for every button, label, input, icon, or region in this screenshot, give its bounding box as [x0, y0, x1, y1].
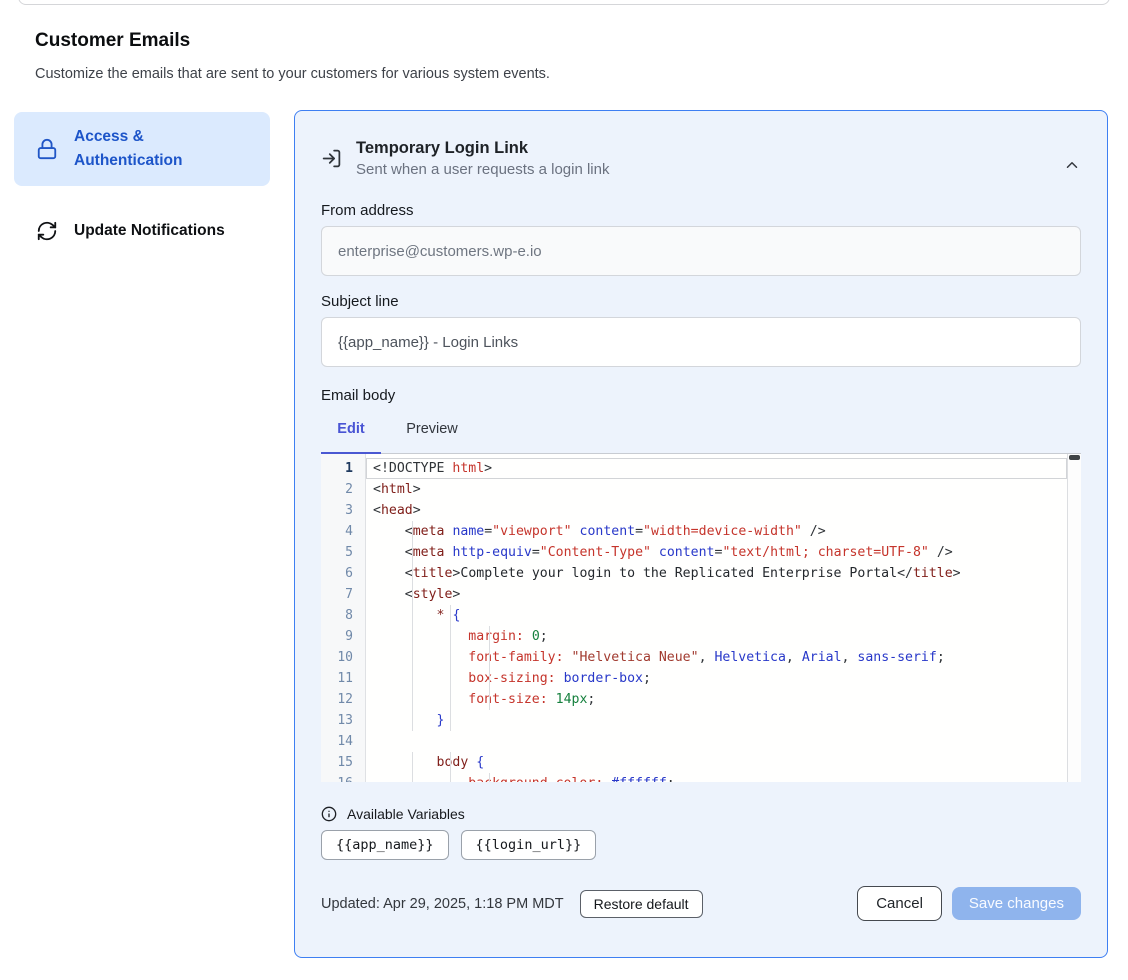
line-number: 10	[321, 647, 365, 668]
code-editor[interactable]: 12345678910111213141516 <!DOCTYPE html><…	[321, 454, 1081, 782]
subject-line-label: Subject line	[321, 293, 1081, 310]
code-line[interactable]: font-family: "Helvetica Neue", Helvetica…	[366, 647, 1067, 668]
code-line[interactable]: <html>	[366, 479, 1067, 500]
from-address-input[interactable]	[321, 226, 1081, 276]
panel-header: Temporary Login Link Sent when a user re…	[321, 139, 1081, 178]
editor-code: <!DOCTYPE html><html><head> <meta name="…	[366, 454, 1067, 782]
updated-timestamp: Updated: Apr 29, 2025, 1:18 PM MDT	[321, 896, 564, 912]
editor-scrollbar	[1067, 454, 1081, 782]
line-number: 1	[321, 458, 365, 479]
line-number: 2	[321, 479, 365, 500]
editor-gutter: 12345678910111213141516	[321, 454, 366, 782]
line-number: 8	[321, 605, 365, 626]
line-number: 4	[321, 521, 365, 542]
line-number: 5	[321, 542, 365, 563]
panel-footer: Updated: Apr 29, 2025, 1:18 PM MDT Resto…	[321, 886, 1081, 921]
email-body-label: Email body	[321, 387, 1081, 404]
code-line[interactable]: box-sizing: border-box;	[366, 668, 1067, 689]
code-line[interactable]: background-color: #ffffff;	[366, 773, 1067, 782]
code-line[interactable]: font-size: 14px;	[366, 689, 1067, 710]
available-variables-header: Available Variables	[321, 806, 1081, 822]
variable-chip-app-name[interactable]: {{app_name}}	[321, 830, 449, 860]
variable-chips: {{app_name}} {{login_url}}	[321, 830, 1081, 860]
code-line[interactable]: * {	[366, 605, 1067, 626]
code-line[interactable]	[366, 731, 1067, 752]
line-number: 3	[321, 500, 365, 521]
code-line[interactable]: <meta http-equiv="Content-Type" content=…	[366, 542, 1067, 563]
lock-icon	[36, 138, 58, 160]
collapse-section-button[interactable]	[1063, 147, 1081, 177]
panel-title: Temporary Login Link	[356, 139, 1063, 158]
line-number: 14	[321, 731, 365, 752]
chevron-up-icon	[1063, 156, 1081, 174]
tab-preview[interactable]: Preview	[405, 416, 459, 453]
tab-edit[interactable]: Edit	[321, 416, 381, 453]
code-line[interactable]: <!DOCTYPE html>	[366, 458, 1067, 479]
restore-default-button[interactable]: Restore default	[580, 890, 703, 918]
code-line[interactable]: <meta name="viewport" content="width=dev…	[366, 521, 1067, 542]
code-line[interactable]: <title>Complete your login to the Replic…	[366, 563, 1067, 584]
sidebar-item-label: Update Notifications	[74, 219, 225, 243]
temporary-login-link-panel: Temporary Login Link Sent when a user re…	[294, 110, 1108, 958]
customer-emails-page: Customer Emails Customize the emails tha…	[0, 0, 1128, 980]
line-number: 7	[321, 584, 365, 605]
code-line[interactable]: <style>	[366, 584, 1067, 605]
line-number: 13	[321, 710, 365, 731]
refresh-icon	[36, 220, 58, 242]
code-line[interactable]: }	[366, 710, 1067, 731]
code-line[interactable]: <head>	[366, 500, 1067, 521]
panel-titles: Temporary Login Link Sent when a user re…	[356, 139, 1063, 178]
sidebar-item-access-authentication[interactable]: Access & Authentication	[14, 112, 270, 186]
subject-line-input[interactable]	[321, 317, 1081, 367]
email-types-sidebar: Access & Authentication Update Notificat…	[14, 112, 270, 256]
code-line[interactable]: margin: 0;	[366, 626, 1067, 647]
email-body-tabs: Edit Preview	[321, 416, 1081, 454]
sidebar-item-label: Access & Authentication	[74, 125, 226, 173]
previous-card-edge	[18, 0, 1110, 5]
sidebar-item-update-notifications[interactable]: Update Notifications	[14, 206, 270, 256]
line-number: 12	[321, 689, 365, 710]
line-number: 11	[321, 668, 365, 689]
save-changes-button[interactable]: Save changes	[952, 887, 1081, 920]
line-number: 6	[321, 563, 365, 584]
log-in-icon	[321, 148, 342, 169]
line-number: 16	[321, 773, 365, 782]
available-variables-label: Available Variables	[347, 806, 465, 822]
line-number: 9	[321, 626, 365, 647]
panel-subtitle: Sent when a user requests a login link	[356, 161, 1063, 178]
code-line[interactable]: body {	[366, 752, 1067, 773]
page-subtitle: Customize the emails that are sent to yo…	[35, 66, 550, 82]
variable-chip-login-url[interactable]: {{login_url}}	[461, 830, 597, 860]
from-address-label: From address	[321, 202, 1081, 219]
editor-scrollbar-thumb[interactable]	[1069, 455, 1080, 460]
page-title: Customer Emails	[35, 30, 190, 52]
cancel-button[interactable]: Cancel	[857, 886, 942, 921]
line-number: 15	[321, 752, 365, 773]
info-icon	[321, 806, 337, 822]
